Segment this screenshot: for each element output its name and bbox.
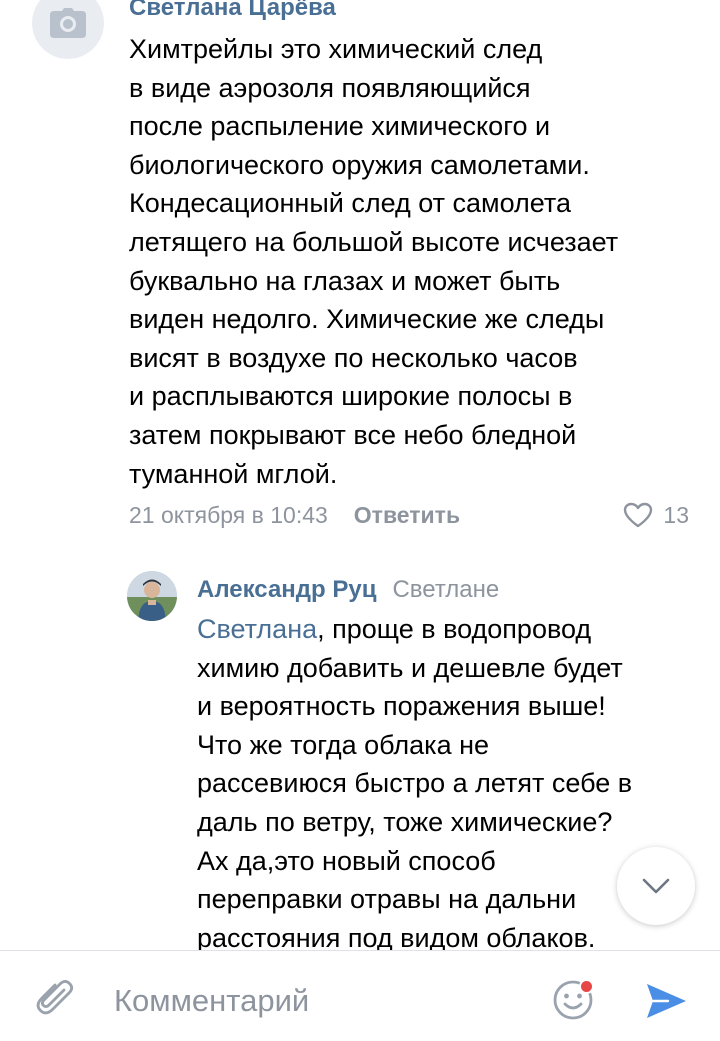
comment-meta: 21 октября в 10:43 Ответить 13 xyxy=(129,498,689,532)
comment-text-line: висят в воздухе по несколько часов xyxy=(129,342,578,373)
comment-text: Химтрейлы это химический след в виде аэро… xyxy=(129,30,699,493)
comment-text-line: буквально на глазах и может быть xyxy=(129,265,561,296)
reply-header: Александр Руц Светлане xyxy=(197,576,499,606)
comment-text-line: и расплываются широкие полосы в xyxy=(129,381,573,412)
reply-text-line: и вероятность поражения выше! xyxy=(197,691,606,722)
reply-first-line: Светлана, проще в водопровод xyxy=(197,610,717,649)
reply-button[interactable]: Ответить xyxy=(354,502,460,529)
comment-text-line: виден недолго. Химические же следы xyxy=(129,304,605,335)
mention-link[interactable]: Светлана xyxy=(197,614,317,644)
comment-input-bar xyxy=(0,950,720,1041)
comment-date: 21 октября в 10:43 xyxy=(129,501,328,528)
reply-text-line: Что же тогда облака не xyxy=(197,729,490,760)
comment-text-line: биологического оружия самолетами. xyxy=(129,149,590,180)
comment-text-line: туманной мглой. xyxy=(129,458,338,489)
comment-text-line: Кондесационный след от самолета xyxy=(129,188,571,219)
reply-text-line: химию добавить и дешевле будет xyxy=(197,652,623,683)
comment-input[interactable] xyxy=(114,981,534,1021)
like-count: 13 xyxy=(663,501,689,528)
reply-author[interactable]: Александр Руц xyxy=(197,576,376,604)
comment-author[interactable]: Светлана Царёва xyxy=(129,0,336,22)
scroll-down-button[interactable] xyxy=(617,847,695,925)
camera-icon[interactable] xyxy=(32,0,104,59)
comment-text-line: летящего на большой высоте исчезает xyxy=(129,226,619,257)
comment-text-line: Химтрейлы это химический след xyxy=(129,34,543,64)
comments-screen: Светлана Царёва Химтрейлы это химический… xyxy=(0,0,720,1041)
reply-to[interactable]: Светлане xyxy=(392,576,499,604)
like-button[interactable]: 13 xyxy=(623,498,689,532)
attach-button[interactable] xyxy=(30,973,80,1023)
send-icon xyxy=(647,984,686,1018)
reply-first-line-text: , проще в водопровод xyxy=(317,614,592,644)
comment-text-line: после распыление химического и xyxy=(129,111,551,142)
notification-dot xyxy=(579,979,594,994)
comment-text-line: в виде аэрозоля появляющийся xyxy=(129,72,531,103)
comment-text-line: затем покрывают все небо бледной xyxy=(129,419,577,450)
heart-icon xyxy=(624,502,653,528)
reply-text-line: даль по ветру, тоже химические? xyxy=(197,806,613,837)
paperclip-icon xyxy=(36,979,74,1015)
chevron-down-icon xyxy=(642,878,670,894)
send-button[interactable] xyxy=(640,975,692,1027)
emoji-button[interactable] xyxy=(548,975,598,1025)
reply-text-line: рассевиюся быстро а летят себе в xyxy=(197,768,633,799)
avatar[interactable] xyxy=(127,571,177,621)
